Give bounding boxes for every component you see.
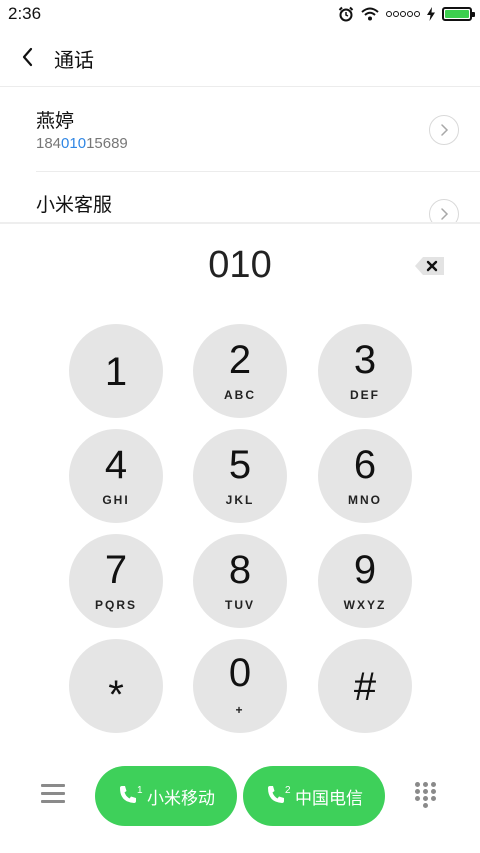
key-9[interactable]: 9 WXYZ	[318, 534, 412, 628]
status-bar: 2:36	[0, 0, 480, 28]
key-7[interactable]: 7 PQRS	[69, 534, 163, 628]
key-1[interactable]: 1	[69, 324, 163, 418]
key-3[interactable]: 3 DEF	[318, 324, 412, 418]
contact-detail-button[interactable]	[429, 115, 459, 145]
header-divider	[0, 86, 480, 87]
contact-number: 18401015689	[36, 135, 128, 152]
key-6[interactable]: 6 MNO	[318, 429, 412, 523]
contact-name: 小米客服	[36, 194, 113, 216]
list-bottom-edge	[0, 222, 480, 224]
key-8[interactable]: 8 TUV	[193, 534, 287, 628]
phone-sim1-icon: 1	[120, 785, 143, 803]
charging-icon	[427, 7, 435, 21]
contact-row[interactable]: 燕婷 18401015689	[0, 88, 480, 172]
header: 通话	[0, 34, 480, 80]
key-0[interactable]: 0 +	[193, 639, 287, 733]
phone-sim2-icon: 2	[268, 785, 291, 803]
number-match: 010	[61, 135, 87, 152]
contact-row[interactable]: 小米客服 400100578	[0, 172, 480, 224]
key-5[interactable]: 5 JKL	[193, 429, 287, 523]
sim2-label: 中国电信	[295, 789, 363, 809]
status-time: 2:36	[8, 4, 42, 23]
sim1-label: 小米移动	[147, 789, 215, 809]
svg-text:2: 2	[285, 785, 291, 796]
dial-input: 010	[208, 244, 272, 286]
status-icons	[338, 5, 475, 23]
contact-match-list: 燕婷 18401015689 小米客服 400100578	[0, 88, 480, 224]
contact-name: 燕婷	[36, 110, 75, 132]
key-star[interactable]: *	[69, 639, 163, 733]
page-title: 通话	[54, 48, 94, 72]
call-sim2-button[interactable]: 2 中国电信	[243, 766, 385, 826]
back-arrow-icon[interactable]	[16, 42, 42, 72]
contact-detail-button[interactable]	[429, 199, 459, 224]
key-2[interactable]: 2 ABC	[193, 324, 287, 418]
svg-text:1: 1	[137, 785, 143, 796]
backspace-icon[interactable]	[414, 255, 446, 277]
key-hash[interactable]: #	[318, 639, 412, 733]
signal-icon	[386, 11, 420, 17]
call-sim1-button[interactable]: 1 小米移动	[95, 766, 237, 826]
chevron-right-icon	[441, 208, 449, 220]
alarm-icon	[338, 6, 354, 22]
key-4[interactable]: 4 GHI	[69, 429, 163, 523]
battery-icon	[442, 7, 475, 21]
menu-icon[interactable]	[41, 784, 65, 804]
chevron-right-icon	[441, 124, 449, 136]
wifi-icon	[361, 7, 379, 21]
dialpad-toggle-icon[interactable]	[415, 782, 439, 810]
